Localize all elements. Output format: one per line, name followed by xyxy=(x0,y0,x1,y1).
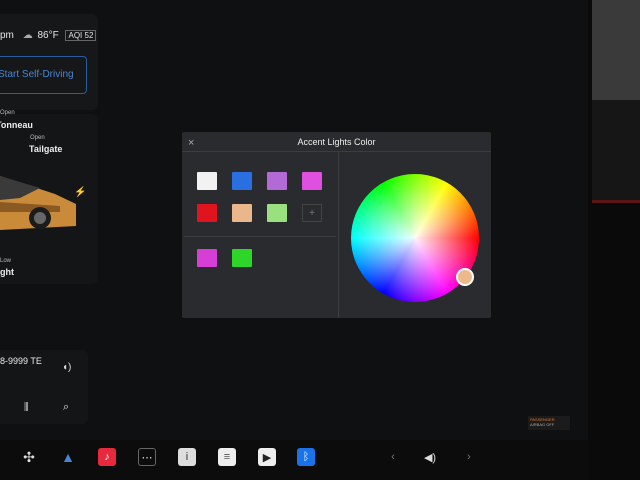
preset-color-swatch[interactable] xyxy=(267,172,287,190)
weather-icon: ☁ xyxy=(22,30,33,41)
lights-status: Low xyxy=(0,258,12,264)
notes-app-icon[interactable]: ≡ xyxy=(218,448,236,466)
add-color-button[interactable]: + xyxy=(302,204,322,222)
preset-color-swatch[interactable] xyxy=(267,204,287,222)
custom-color-swatch[interactable] xyxy=(232,249,252,267)
airbag-line-2: AIRBAG OFF xyxy=(530,422,555,427)
music-app-icon[interactable]: ♪ xyxy=(98,448,116,466)
custom-color-swatch[interactable] xyxy=(197,249,217,267)
aqi-label: AQI xyxy=(68,31,83,40)
equalizer-icon[interactable]: ⫼ xyxy=(24,402,29,413)
tailgate-status: Open xyxy=(30,135,45,141)
divider xyxy=(182,151,491,152)
radio-station: 8-9999 TE xyxy=(0,356,42,366)
hd-radio-icon[interactable]: ◖) xyxy=(62,362,71,373)
search-icon[interactable]: ⌕ xyxy=(63,401,69,414)
aqi-badge: AQI 52 xyxy=(65,30,97,41)
preset-color-swatch[interactable] xyxy=(197,204,217,222)
preset-color-swatch[interactable] xyxy=(232,204,252,222)
volume-icon[interactable]: ◀) xyxy=(421,448,439,466)
lights-button[interactable]: ght xyxy=(0,267,14,277)
navigation-icon[interactable]: ▲ xyxy=(59,448,77,466)
chevron-left-icon[interactable]: ‹ xyxy=(384,448,402,466)
dialog-title: Accent Lights Color xyxy=(297,137,376,147)
color-picker-handle[interactable] xyxy=(456,268,474,286)
fan-icon[interactable]: ✣ xyxy=(20,448,38,466)
bluetooth-icon[interactable]: ᛒ xyxy=(297,448,315,466)
tonneau-status: Open xyxy=(0,110,15,116)
preset-color-swatch[interactable] xyxy=(302,172,322,190)
chevron-right-icon[interactable]: › xyxy=(460,448,478,466)
divider xyxy=(338,152,339,318)
tonneau-button[interactable]: Tonneau xyxy=(0,120,33,130)
info-app-icon[interactable]: i xyxy=(178,448,196,466)
background-wall xyxy=(592,0,640,100)
background-dark xyxy=(592,100,640,200)
more-apps-icon[interactable]: ⋯ xyxy=(138,448,156,466)
theater-app-icon[interactable]: ▶ xyxy=(258,448,276,466)
ambient-accent-light xyxy=(592,200,640,203)
aqi-value: 52 xyxy=(84,31,94,40)
app-dock xyxy=(0,440,590,480)
preset-color-swatch[interactable] xyxy=(232,172,252,190)
start-self-driving-button[interactable]: Start Self-Driving xyxy=(0,56,87,94)
temperature: 86°F xyxy=(37,30,59,41)
tailgate-button[interactable]: Tailgate xyxy=(29,144,62,154)
preset-color-swatch[interactable] xyxy=(197,172,217,190)
charge-port-icon[interactable]: ⚡ xyxy=(74,187,86,198)
passenger-airbag-indicator: PASSENGER AIRBAG OFF xyxy=(528,416,570,430)
clock-suffix: pm xyxy=(0,30,14,41)
status-bar: pm ☁ 86°F AQI 52 xyxy=(0,30,97,41)
cybertruck-image xyxy=(0,176,76,230)
divider xyxy=(184,236,336,237)
